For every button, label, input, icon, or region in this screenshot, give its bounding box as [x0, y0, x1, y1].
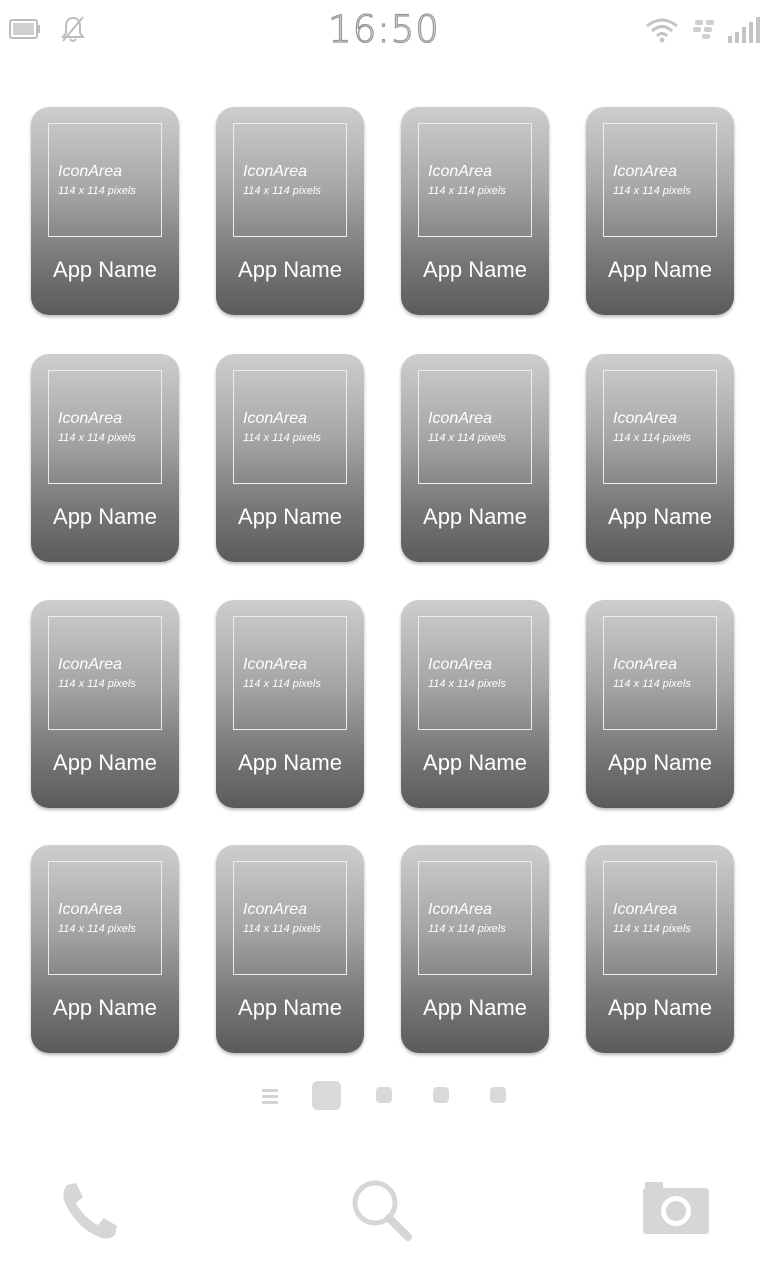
list-menu-icon[interactable] [262, 1088, 278, 1104]
icon-area-size: 114 x 114 pixels [613, 678, 691, 690]
page-indicator [0, 1078, 768, 1114]
app-tile[interactable]: IconArea 114 x 114 pixels App Name [586, 845, 734, 1053]
icon-area-title: IconArea [613, 901, 678, 918]
icon-area-title: IconArea [58, 410, 123, 427]
app-tile[interactable]: IconArea 114 x 114 pixels App Name [401, 354, 549, 562]
app-name-label: App Name [238, 750, 342, 775]
app-tile[interactable]: IconArea 114 x 114 pixels App Name [31, 354, 179, 562]
icon-area-size: 114 x 114 pixels [58, 923, 136, 935]
page-dot-4[interactable] [490, 1087, 506, 1103]
app-icon-area: IconArea 114 x 114 pixels [48, 616, 162, 730]
status-bar: 16:50 [0, 0, 768, 60]
icon-area-title: IconArea [58, 656, 123, 673]
app-icon-area: IconArea 114 x 114 pixels [603, 370, 717, 484]
app-name-label: App Name [423, 750, 527, 775]
icon-area-size: 114 x 114 pixels [243, 432, 321, 444]
app-icon-area: IconArea 114 x 114 pixels [603, 861, 717, 975]
app-name-label: App Name [608, 257, 712, 282]
app-icon-area: IconArea 114 x 114 pixels [48, 370, 162, 484]
app-tile[interactable]: IconArea 114 x 114 pixels App Name [216, 107, 364, 315]
app-tile[interactable]: IconArea 114 x 114 pixels App Name [586, 107, 734, 315]
icon-area-title: IconArea [428, 901, 493, 918]
bbm-icon [693, 20, 714, 39]
icon-area-title: IconArea [428, 410, 493, 427]
icon-area-size: 114 x 114 pixels [428, 678, 506, 690]
camera-icon[interactable] [641, 1180, 711, 1236]
app-name-label: App Name [53, 995, 157, 1020]
icon-area-title: IconArea [243, 656, 308, 673]
icon-area-title: IconArea [428, 163, 493, 180]
app-name-label: App Name [238, 504, 342, 529]
app-icon-area: IconArea 114 x 114 pixels [603, 123, 717, 237]
signal-icon [728, 17, 760, 43]
app-icon-area: IconArea 114 x 114 pixels [233, 370, 347, 484]
app-icon-area: IconArea 114 x 114 pixels [233, 123, 347, 237]
app-icon-area: IconArea 114 x 114 pixels [603, 616, 717, 730]
app-icon-area: IconArea 114 x 114 pixels [418, 861, 532, 975]
wifi-icon [646, 18, 678, 43]
app-tile[interactable]: IconArea 114 x 114 pixels App Name [216, 354, 364, 562]
app-tile[interactable]: IconArea 114 x 114 pixels App Name [31, 845, 179, 1053]
app-tile[interactable]: IconArea 114 x 114 pixels App Name [216, 845, 364, 1053]
icon-area-title: IconArea [243, 410, 308, 427]
app-name-label: App Name [608, 995, 712, 1020]
icon-area-size: 114 x 114 pixels [243, 185, 321, 197]
app-tile[interactable]: IconArea 114 x 114 pixels App Name [31, 600, 179, 808]
app-tile[interactable]: IconArea 114 x 114 pixels App Name [401, 845, 549, 1053]
icon-area-title: IconArea [58, 901, 123, 918]
icon-area-size: 114 x 114 pixels [243, 923, 321, 935]
app-tile[interactable]: IconArea 114 x 114 pixels App Name [31, 107, 179, 315]
page-dot-2[interactable] [376, 1087, 392, 1103]
app-name-label: App Name [423, 257, 527, 282]
app-tile[interactable]: IconArea 114 x 114 pixels App Name [216, 600, 364, 808]
app-name-label: App Name [423, 995, 527, 1020]
app-tile[interactable]: IconArea 114 x 114 pixels App Name [401, 600, 549, 808]
icon-area-size: 114 x 114 pixels [428, 432, 506, 444]
app-icon-area: IconArea 114 x 114 pixels [418, 370, 532, 484]
app-name-label: App Name [53, 257, 157, 282]
icon-area-title: IconArea [613, 656, 678, 673]
app-icon-area: IconArea 114 x 114 pixels [418, 616, 532, 730]
icon-area-size: 114 x 114 pixels [58, 678, 136, 690]
app-icon-area: IconArea 114 x 114 pixels [48, 861, 162, 975]
icon-area-size: 114 x 114 pixels [58, 432, 136, 444]
icon-area-title: IconArea [428, 656, 493, 673]
app-tile[interactable]: IconArea 114 x 114 pixels App Name [586, 600, 734, 808]
icon-area-size: 114 x 114 pixels [613, 432, 691, 444]
app-name-label: App Name [238, 995, 342, 1020]
icon-area-size: 114 x 114 pixels [613, 923, 691, 935]
icon-area-title: IconArea [613, 163, 678, 180]
app-name-label: App Name [53, 750, 157, 775]
app-icon-area: IconArea 114 x 114 pixels [48, 123, 162, 237]
icon-area-title: IconArea [243, 901, 308, 918]
icon-area-title: IconArea [243, 163, 308, 180]
icon-area-size: 114 x 114 pixels [428, 923, 506, 935]
app-name-label: App Name [53, 504, 157, 529]
app-tile[interactable]: IconArea 114 x 114 pixels App Name [401, 107, 549, 315]
app-icon-area: IconArea 114 x 114 pixels [233, 616, 347, 730]
app-icon-area: IconArea 114 x 114 pixels [233, 861, 347, 975]
icon-area-size: 114 x 114 pixels [428, 185, 506, 197]
app-name-label: App Name [608, 504, 712, 529]
icon-area-title: IconArea [58, 163, 123, 180]
icon-area-size: 114 x 114 pixels [58, 185, 136, 197]
search-icon[interactable] [350, 1178, 414, 1242]
app-name-label: App Name [238, 257, 342, 282]
icon-area-size: 114 x 114 pixels [243, 678, 321, 690]
app-icon-area: IconArea 114 x 114 pixels [418, 123, 532, 237]
app-tile[interactable]: IconArea 114 x 114 pixels App Name [586, 354, 734, 562]
page-dot-1-active[interactable] [312, 1081, 341, 1110]
app-name-label: App Name [423, 504, 527, 529]
page-dot-3[interactable] [433, 1087, 449, 1103]
app-name-label: App Name [608, 750, 712, 775]
icon-area-title: IconArea [613, 410, 678, 427]
phone-icon[interactable] [58, 1180, 120, 1242]
icon-area-size: 114 x 114 pixels [613, 185, 691, 197]
